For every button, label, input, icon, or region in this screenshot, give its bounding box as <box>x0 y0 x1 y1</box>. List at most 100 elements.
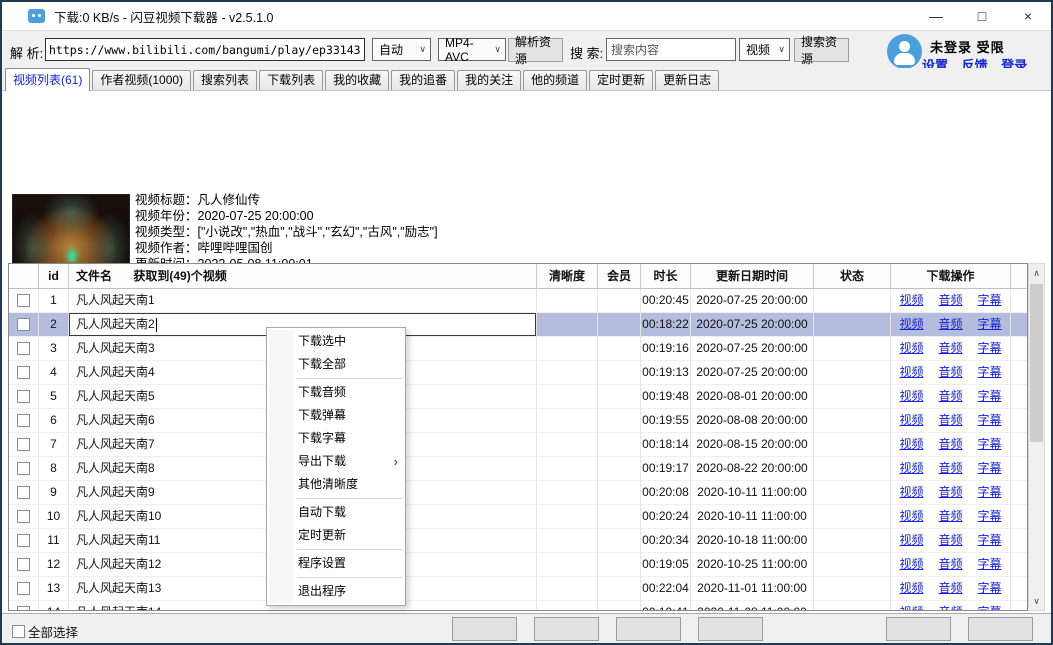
download-audio-link[interactable]: 音频 <box>938 457 962 480</box>
row-checkbox[interactable] <box>17 438 30 451</box>
bottom-download-button[interactable] <box>616 617 681 641</box>
download-subtitle-link[interactable]: 字幕 <box>978 385 1002 408</box>
download-subtitle-link[interactable]: 字幕 <box>978 313 1002 336</box>
context-menu-item[interactable]: 下载选中 › <box>267 330 405 353</box>
download-video-link[interactable]: 视频 <box>899 361 923 384</box>
download-audio-link[interactable]: 音频 <box>938 601 962 611</box>
bottom-download-button[interactable] <box>452 617 517 641</box>
download-audio-link[interactable]: 音频 <box>938 385 962 408</box>
download-audio-link[interactable]: 音频 <box>938 481 962 504</box>
download-subtitle-link[interactable]: 字幕 <box>978 433 1002 456</box>
minimize-button[interactable]: — <box>913 2 959 30</box>
download-subtitle-link[interactable]: 字幕 <box>978 361 1002 384</box>
download-subtitle-link[interactable]: 字幕 <box>978 529 1002 552</box>
download-video-link[interactable]: 视频 <box>899 337 923 360</box>
context-menu-item[interactable]: 下载弹幕 › <box>267 404 405 427</box>
table-row[interactable]: 12 凡人风起天南12 凡人风起天南12 00:19:05 2020-10-25… <box>9 553 1027 577</box>
tab[interactable]: 下载列表 <box>259 70 323 90</box>
bottom-download-button[interactable] <box>534 617 599 641</box>
context-menu-item[interactable]: 下载全部 › <box>267 353 405 376</box>
format-select[interactable]: MP4-AVC ∨ <box>438 38 506 61</box>
download-video-link[interactable]: 视频 <box>899 529 923 552</box>
table-row[interactable]: 4 凡人风起天南4 凡人风起天南4 00:19:13 2020-07-25 20… <box>9 361 1027 385</box>
table-row[interactable]: 14 凡人风起天南14 凡人风起天南14 00:19:41 2020-11-08… <box>9 601 1027 611</box>
download-subtitle-link[interactable]: 字幕 <box>978 337 1002 360</box>
row-checkbox[interactable] <box>17 606 30 611</box>
table-row[interactable]: 10 凡人风起天南10 凡人风起天南10 00:20:24 2020-10-11… <box>9 505 1027 529</box>
download-subtitle-link[interactable]: 字幕 <box>978 457 1002 480</box>
row-checkbox[interactable] <box>17 414 30 427</box>
download-audio-link[interactable]: 音频 <box>938 409 962 432</box>
download-audio-link[interactable]: 音频 <box>938 577 962 600</box>
tab[interactable]: 定时更新 <box>589 70 653 90</box>
download-video-link[interactable]: 视频 <box>899 457 923 480</box>
table-row[interactable]: 1 凡人风起天南1 凡人风起天南1 00:20:45 2020-07-25 20… <box>9 289 1027 313</box>
context-menu-item[interactable]: 程序设置 › <box>267 552 405 575</box>
search-input[interactable] <box>606 38 736 61</box>
table-row[interactable]: 6 凡人风起天南6 凡人风起天南6 00:19:55 2020-08-08 20… <box>9 409 1027 433</box>
download-video-link[interactable]: 视频 <box>899 409 923 432</box>
user-avatar[interactable] <box>887 34 922 69</box>
download-audio-link[interactable]: 音频 <box>938 505 962 528</box>
context-menu-item[interactable]: 自动下载 › <box>267 501 405 524</box>
scrollbar-thumb[interactable] <box>1030 284 1043 442</box>
table-row[interactable]: 9 凡人风起天南9 凡人风起天南9 00:20:08 2020-10-11 11… <box>9 481 1027 505</box>
download-subtitle-link[interactable]: 字幕 <box>978 481 1002 504</box>
row-checkbox[interactable] <box>17 534 30 547</box>
context-menu-item[interactable]: 导出下载 › <box>267 450 405 473</box>
tab[interactable]: 他的频道 <box>523 70 587 90</box>
download-subtitle-link[interactable]: 字幕 <box>978 289 1002 312</box>
download-video-link[interactable]: 视频 <box>899 505 923 528</box>
bottom-download-button[interactable] <box>968 617 1033 641</box>
context-menu-item[interactable]: 下载字幕 › <box>267 427 405 450</box>
download-video-link[interactable]: 视频 <box>899 289 923 312</box>
row-checkbox[interactable] <box>17 486 30 499</box>
vertical-scrollbar[interactable]: ∧ ∨ <box>1028 263 1045 611</box>
download-subtitle-link[interactable]: 字幕 <box>978 577 1002 600</box>
row-checkbox[interactable] <box>17 294 30 307</box>
table-row[interactable]: 3 凡人风起天南3 凡人风起天南3 00:19:16 2020-07-25 20… <box>9 337 1027 361</box>
scroll-down-icon[interactable]: ∨ <box>1029 593 1044 609</box>
download-audio-link[interactable]: 音频 <box>938 553 962 576</box>
row-checkbox[interactable] <box>17 558 30 571</box>
select-all-checkbox[interactable] <box>12 625 25 638</box>
download-video-link[interactable]: 视频 <box>899 433 923 456</box>
row-checkbox[interactable] <box>17 582 30 595</box>
tab[interactable]: 作者视频(1000) <box>92 70 191 90</box>
tab[interactable]: 更新日志 <box>655 70 719 90</box>
bottom-download-button[interactable] <box>886 617 951 641</box>
scroll-up-icon[interactable]: ∧ <box>1029 265 1044 281</box>
context-menu-item[interactable]: 退出程序 › <box>267 580 405 603</box>
tab[interactable]: 我的关注 <box>457 70 521 90</box>
tab[interactable]: 搜索列表 <box>193 70 257 90</box>
close-button[interactable]: × <box>1005 2 1051 30</box>
table-row[interactable]: 2 凡人风起天南2 凡人风起天南2 00:18:22 2020-07-25 20… <box>9 313 1027 337</box>
download-video-link[interactable]: 视频 <box>899 385 923 408</box>
mode-select[interactable]: 自动 ∨ <box>372 38 431 61</box>
download-video-link[interactable]: 视频 <box>899 313 923 336</box>
maximize-button[interactable]: □ <box>959 2 1005 30</box>
download-subtitle-link[interactable]: 字幕 <box>978 409 1002 432</box>
row-checkbox[interactable] <box>17 390 30 403</box>
tab[interactable]: 视频列表(61) <box>5 68 90 91</box>
url-input[interactable] <box>45 38 365 61</box>
download-subtitle-link[interactable]: 字幕 <box>978 505 1002 528</box>
row-checkbox[interactable] <box>17 342 30 355</box>
row-checkbox[interactable] <box>17 462 30 475</box>
row-checkbox[interactable] <box>17 510 30 523</box>
download-subtitle-link[interactable]: 字幕 <box>978 553 1002 576</box>
row-checkbox[interactable] <box>17 366 30 379</box>
context-menu-item[interactable]: 其他清晰度 › <box>267 473 405 496</box>
bottom-download-button[interactable] <box>698 617 763 641</box>
download-audio-link[interactable]: 音频 <box>938 529 962 552</box>
table-row[interactable]: 11 凡人风起天南11 凡人风起天南11 00:20:34 2020-10-18… <box>9 529 1027 553</box>
download-video-link[interactable]: 视频 <box>899 601 923 611</box>
download-audio-link[interactable]: 音频 <box>938 289 962 312</box>
parse-resource-button[interactable]: 解析资源 <box>508 38 563 62</box>
tab[interactable]: 我的收藏 <box>325 70 389 90</box>
download-video-link[interactable]: 视频 <box>899 481 923 504</box>
download-audio-link[interactable]: 音频 <box>938 337 962 360</box>
download-subtitle-link[interactable]: 字幕 <box>978 601 1002 611</box>
context-menu-item[interactable]: 定时更新 › <box>267 524 405 547</box>
search-resource-button[interactable]: 搜索资源 <box>794 38 849 62</box>
